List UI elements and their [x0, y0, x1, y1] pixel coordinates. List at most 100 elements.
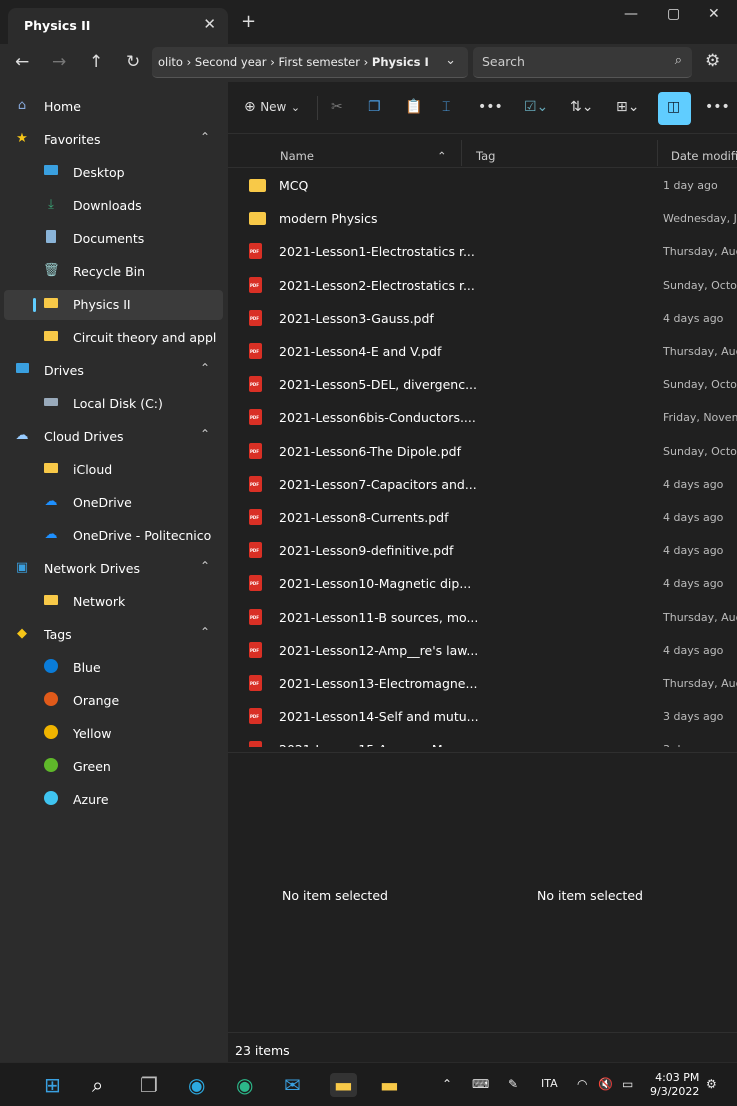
sidebar-item-desktop[interactable]: Desktop — [4, 158, 223, 188]
sidebar-item-home[interactable]: ⌂ Home — [4, 92, 223, 122]
sidebar-item-downloads[interactable]: ⤓ Downloads — [4, 191, 223, 221]
file-row[interactable]: modern Physics Wednesday, Jun — [228, 202, 737, 235]
mail-icon[interactable]: ✉ — [284, 1073, 301, 1097]
sidebar-item-tag-azure[interactable]: Azure — [4, 785, 223, 815]
wifi-icon[interactable]: ◠ — [577, 1077, 587, 1091]
new-tab-button[interactable]: + — [241, 11, 256, 32]
file-row[interactable]: 2021-Lesson8-Currents.pdf 4 days ago — [228, 501, 737, 534]
chevron-up-icon[interactable]: ⌃ — [200, 130, 210, 144]
rename-icon[interactable]: ⌶ — [442, 99, 450, 115]
maximize-button[interactable]: ▢ — [667, 6, 680, 22]
breadcrumb-item-current[interactable]: Physics II — [372, 55, 428, 69]
tab-physics-ii[interactable]: Physics II ✕ — [8, 8, 228, 44]
address-bar[interactable]: olito › Second year › First semester › P… — [152, 47, 468, 78]
file-row[interactable]: 2021-Lesson1-Electrostatics r... Thursday… — [228, 235, 737, 268]
sidebar-item-documents[interactable]: Documents — [4, 224, 223, 254]
sidebar-item-network-drives[interactable]: ▣ Network Drives ⌃ — [4, 554, 223, 584]
minimize-button[interactable]: — — [624, 6, 638, 22]
sidebar-item-local-disk[interactable]: Local Disk (C:) — [4, 389, 223, 419]
windows-start-icon[interactable]: ⊞ — [44, 1073, 61, 1097]
file-row[interactable]: 2021-Lesson13-Electromagne... Thursday, A… — [228, 667, 737, 700]
file-row[interactable]: 2021-Lesson9-definitive.pdf 4 days ago — [228, 534, 737, 567]
sidebar-item-cloud-drives[interactable]: ☁ Cloud Drives ⌃ — [4, 422, 223, 452]
paste-icon[interactable]: 📋 — [405, 99, 422, 115]
file-row[interactable]: 2021-Lesson14-Self and mutu... 3 days ago — [228, 700, 737, 733]
file-row[interactable]: 2021-Lesson12-Amp__re's law... 4 days ago — [228, 634, 737, 667]
file-row[interactable]: 2021-Lesson11-B sources, mo... Thursday, … — [228, 601, 737, 634]
sidebar-item-circuit-theory[interactable]: Circuit theory and appl — [4, 323, 223, 353]
sidebar-item-network[interactable]: Network — [4, 587, 223, 617]
breadcrumb-item[interactable]: olito — [158, 55, 183, 69]
file-row[interactable]: 2021-Lesson4-E and V.pdf Thursday, Augu — [228, 335, 737, 368]
sidebar-item-recycle-bin[interactable]: 🗑 Recycle Bin — [4, 257, 223, 287]
close-button[interactable]: ✕ — [708, 6, 720, 22]
edge-beta-icon[interactable]: ◉ — [236, 1073, 253, 1097]
sidebar-item-physics-ii[interactable]: Physics II — [4, 290, 223, 320]
search-icon[interactable]: ⌕ — [92, 1073, 103, 1097]
layout-icon[interactable]: ⊞⌄ — [616, 99, 639, 115]
pen-icon[interactable]: ✎ — [508, 1077, 518, 1091]
file-row[interactable]: 2021-Lesson6bis-Conductors.... Friday, No… — [228, 401, 737, 434]
battery-icon[interactable]: ▭ — [622, 1077, 633, 1091]
file-row[interactable]: 2021-Lesson2-Electrostatics r... Sunday, … — [228, 269, 737, 302]
file-row[interactable]: MCQ 1 day ago — [228, 169, 737, 202]
more-options-icon[interactable]: ••• — [478, 99, 503, 115]
breadcrumb-item[interactable]: First semester — [278, 55, 360, 69]
files-app-icon[interactable]: ▬ — [330, 1073, 357, 1097]
file-row[interactable]: 2021-Lesson10-Magnetic dip... 4 days ago — [228, 567, 737, 600]
sidebar-item-tag-orange[interactable]: Orange — [4, 686, 223, 716]
column-date[interactable]: Date modified — [671, 149, 737, 163]
task-view-icon[interactable]: ❐ — [140, 1073, 158, 1097]
preview-splitter[interactable] — [228, 752, 737, 753]
search-icon[interactable]: ⌕ — [675, 53, 682, 68]
sort-icon[interactable]: ⇅⌄ — [570, 99, 593, 115]
chevron-up-icon[interactable]: ⌃ — [442, 1077, 452, 1091]
folder-icon — [43, 296, 59, 311]
up-arrow-icon[interactable]: ↑ — [89, 52, 103, 72]
gear-icon[interactable]: ⚙ — [705, 51, 720, 71]
sidebar-item-onedrive-politecnico[interactable]: ☁ OneDrive - Politecnico — [4, 521, 223, 551]
file-row[interactable]: 2021-Lesson6-The Dipole.pdf Sunday, Octob… — [228, 435, 737, 468]
column-divider[interactable] — [461, 140, 462, 166]
language-indicator[interactable]: ITA — [541, 1077, 558, 1090]
sidebar-item-tags[interactable]: ◆ Tags ⌃ — [4, 620, 223, 650]
clock[interactable]: 4:03 PM 9/3/2022 — [650, 1071, 699, 1099]
cut-icon[interactable]: ✂ — [331, 99, 343, 115]
sidebar-item-favorites[interactable]: ★ Favorites ⌃ — [4, 125, 223, 155]
chevron-up-icon[interactable]: ⌃ — [200, 559, 210, 573]
column-name[interactable]: Name — [280, 149, 314, 163]
sidebar-item-drives[interactable]: Drives ⌃ — [4, 356, 223, 386]
search-input[interactable]: Search ⌕ — [473, 47, 692, 78]
chevron-up-icon[interactable]: ⌃ — [200, 361, 210, 375]
notification-icon[interactable]: ⚙ — [706, 1077, 717, 1091]
sidebar-item-tag-yellow[interactable]: Yellow — [4, 719, 223, 749]
edge-icon[interactable]: ◉ — [188, 1073, 205, 1097]
sidebar-item-tag-green[interactable]: Green — [4, 752, 223, 782]
back-arrow-icon[interactable]: ← — [15, 52, 29, 72]
file-row[interactable]: 2021-Lesson5-DEL, divergenc... Sunday, Oc… — [228, 368, 737, 401]
chevron-up-icon[interactable]: ⌃ — [200, 427, 210, 441]
chevron-down-icon[interactable]: ⌄ — [445, 53, 456, 68]
file-row[interactable]: 2021-Lesson3-Gauss.pdf 4 days ago — [228, 302, 737, 335]
file-row[interactable]: 2021-Lesson7-Capacitors and... 4 days ago — [228, 468, 737, 501]
sidebar-item-onedrive[interactable]: ☁ OneDrive — [4, 488, 223, 518]
copy-icon[interactable]: ❐ — [368, 99, 381, 115]
preview-pane-button[interactable]: ◫ — [658, 92, 691, 125]
file-explorer-icon[interactable]: ▬ — [380, 1073, 399, 1097]
select-icon[interactable]: ☑⌄ — [524, 99, 548, 115]
keyboard-icon[interactable]: ⌨ — [472, 1077, 489, 1091]
sidebar-item-tag-blue[interactable]: Blue — [4, 653, 223, 683]
column-divider[interactable] — [657, 140, 658, 166]
forward-arrow-icon[interactable]: → — [52, 52, 66, 72]
sidebar-item-icloud[interactable]: iCloud — [4, 455, 223, 485]
refresh-icon[interactable]: ↻ — [126, 52, 140, 72]
new-button[interactable]: ⊕ New ⌄ — [244, 99, 300, 115]
chevron-up-icon[interactable]: ⌃ — [200, 625, 210, 639]
breadcrumb-item[interactable]: Second year — [195, 55, 267, 69]
file-row[interactable]: 2021-Lesson15-Ampere-Max... 3 days ago — [228, 733, 737, 747]
volume-muted-icon[interactable]: 🔇 — [598, 1077, 613, 1091]
tab-close-icon[interactable]: ✕ — [203, 15, 216, 33]
column-tag[interactable]: Tag — [476, 149, 495, 163]
more-icon[interactable]: ••• — [705, 99, 730, 115]
sort-up-icon[interactable]: ⌃ — [437, 149, 447, 163]
